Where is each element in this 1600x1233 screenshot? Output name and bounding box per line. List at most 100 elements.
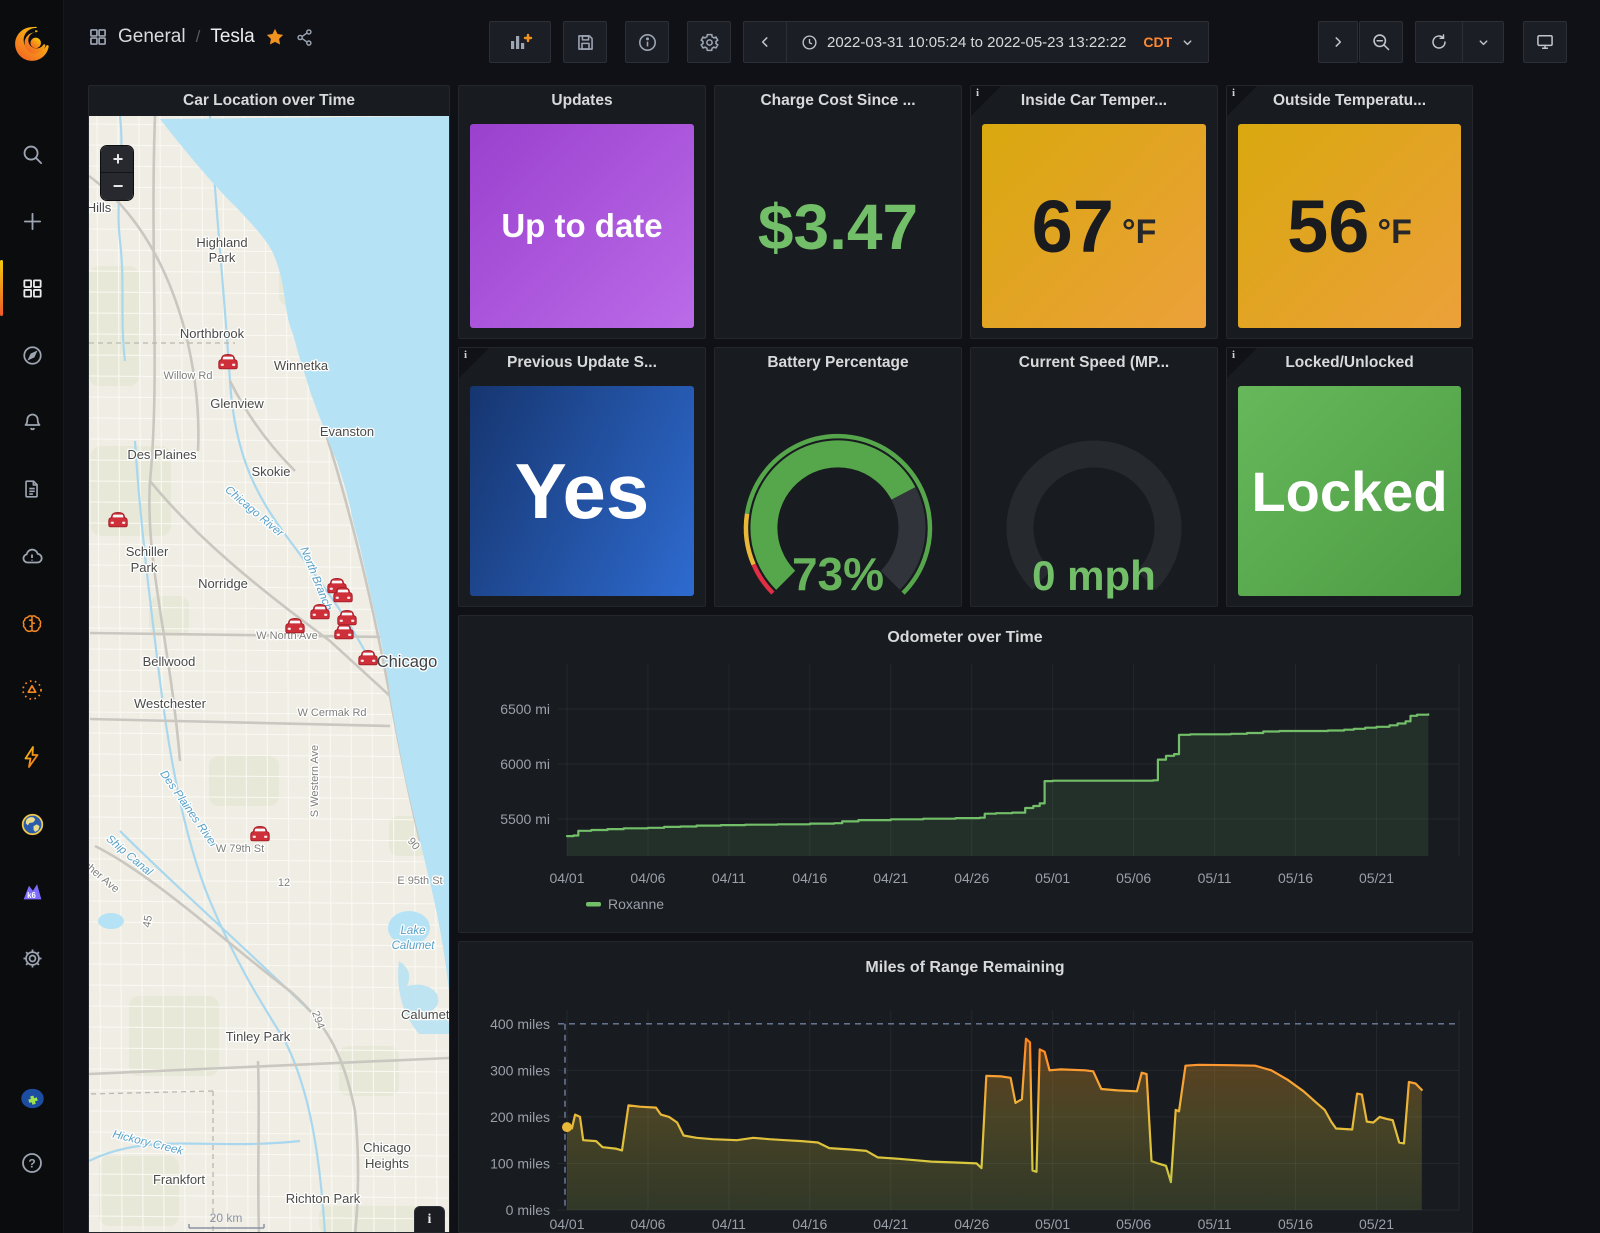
- svg-text:400 miles: 400 miles: [490, 1016, 550, 1032]
- grafana-logo-icon[interactable]: [0, 12, 64, 76]
- map-label: Park: [209, 250, 236, 265]
- map-label: Bellwood: [143, 654, 196, 669]
- document-icon[interactable]: [0, 457, 64, 521]
- incident-icon[interactable]: [0, 658, 64, 722]
- refresh-button[interactable]: [1416, 21, 1462, 63]
- map-label: 12: [278, 877, 290, 889]
- cloud-alert-icon[interactable]: [0, 524, 64, 588]
- svg-text:04/11: 04/11: [712, 870, 746, 886]
- sidebar: k6 ?: [0, 0, 64, 1233]
- svg-text:300 miles: 300 miles: [490, 1062, 550, 1078]
- odometer-chart: Odometer over Time5500 mi6000 mi6500 mi0…: [459, 616, 1472, 932]
- map-label: Park: [131, 560, 158, 575]
- stat-updates: Up to date: [470, 124, 694, 328]
- svg-text:04/16: 04/16: [792, 870, 827, 886]
- map-attribution-info-button[interactable]: i: [414, 1206, 445, 1232]
- alerting-bell-icon[interactable]: [0, 390, 64, 454]
- map-label: 45: [141, 914, 155, 928]
- svg-text:05/16: 05/16: [1278, 870, 1313, 886]
- panel-title[interactable]: Charge Cost Since ...: [715, 86, 961, 116]
- stat-value: 67: [1032, 184, 1114, 269]
- map-label: 20 km: [210, 1211, 243, 1225]
- explore-compass-icon[interactable]: [0, 323, 64, 387]
- svg-text:04/06: 04/06: [630, 1216, 665, 1232]
- svg-text:04/01: 04/01: [549, 870, 584, 886]
- apps-grid-icon: [88, 27, 108, 47]
- zoom-out-time-button[interactable]: [1359, 21, 1403, 63]
- time-range-button[interactable]: 2022-03-31 10:05:24 to 2022-05-23 13:22:…: [787, 34, 1208, 51]
- worldmap-globe-icon[interactable]: [0, 792, 64, 856]
- map-label: S Western Ave: [309, 745, 321, 817]
- favorite-star-icon[interactable]: [265, 27, 285, 47]
- svg-text:Roxanne: Roxanne: [608, 896, 664, 912]
- time-shift-left-button[interactable]: [744, 21, 786, 63]
- breadcrumb-section[interactable]: General: [118, 26, 186, 48]
- map-label: Glenview: [210, 396, 264, 411]
- breadcrumb-page[interactable]: Tesla: [210, 26, 254, 48]
- breadcrumb-separator: /: [196, 27, 201, 47]
- admin-gear-icon[interactable]: [0, 926, 64, 990]
- panel-title[interactable]: Car Location over Time: [89, 86, 449, 116]
- time-picker: 2022-03-31 10:05:24 to 2022-05-23 13:22:…: [743, 21, 1209, 63]
- map-label: Winnetka: [274, 358, 329, 373]
- svg-text:04/01: 04/01: [549, 1216, 584, 1232]
- stat-inside-temp: 67 °F: [982, 124, 1206, 328]
- svg-text:6500 mi: 6500 mi: [500, 701, 550, 717]
- k6-icon[interactable]: k6: [0, 859, 64, 923]
- lightning-icon[interactable]: [0, 725, 64, 789]
- panel-title[interactable]: Previous Update S...: [459, 348, 705, 378]
- stat-value: Locked: [1251, 459, 1447, 524]
- dashboards-icon[interactable]: [0, 256, 64, 320]
- panel-outside-temp: i Outside Temperatu... 56 °F: [1226, 85, 1473, 339]
- svg-text:05/11: 05/11: [1198, 870, 1232, 886]
- panel-title[interactable]: Battery Percentage: [715, 348, 961, 378]
- grafana-app: k6 ? General / Tesla: [0, 0, 1600, 1233]
- time-shift-right-button[interactable]: [1318, 21, 1358, 63]
- machine-learning-brain-icon[interactable]: [0, 591, 64, 655]
- plugin-icon[interactable]: [0, 1066, 64, 1130]
- stat-previous-update: Yes: [470, 386, 694, 596]
- svg-text:04/16: 04/16: [792, 1216, 827, 1232]
- add-panel-button[interactable]: [489, 21, 551, 63]
- panel-title[interactable]: Outside Temperatu...: [1227, 86, 1472, 116]
- dashboard-settings-button[interactable]: [687, 21, 731, 63]
- map-label: W Cermak Rd: [297, 707, 366, 719]
- svg-text:05/06: 05/06: [1116, 870, 1151, 886]
- svg-text:Odometer over Time: Odometer over Time: [887, 629, 1042, 646]
- map-label: W 79th St: [216, 843, 264, 855]
- map-label: Frankfort: [153, 1172, 205, 1187]
- svg-text:?: ?: [28, 1156, 35, 1170]
- time-range-text: 2022-03-31 10:05:24 to 2022-05-23 13:22:…: [827, 34, 1126, 51]
- panel-title[interactable]: Inside Car Temper...: [971, 86, 1217, 116]
- geomap[interactable]: HillsHighlandParkNorthbrookWinnetkaWillo…: [89, 116, 449, 1232]
- dashboard-info-button[interactable]: [625, 21, 669, 63]
- panel-odometer: Odometer over Time5500 mi6000 mi6500 mi0…: [458, 615, 1473, 933]
- help-icon[interactable]: ?: [0, 1131, 64, 1195]
- grafana-logo-icon: [13, 25, 51, 63]
- panel-title[interactable]: Updates: [459, 86, 705, 116]
- svg-text:73%: 73%: [792, 548, 884, 600]
- search-icon[interactable]: [0, 122, 64, 186]
- map-zoom-in-button[interactable]: +: [101, 146, 134, 173]
- svg-text:05/06: 05/06: [1116, 1216, 1151, 1232]
- range-chart: Miles of Range Remaining0 miles100 miles…: [459, 942, 1472, 1232]
- panel-title[interactable]: Current Speed (MP...: [971, 348, 1217, 378]
- tv-mode-button[interactable]: [1523, 21, 1567, 63]
- map-zoom-out-button[interactable]: −: [101, 173, 134, 200]
- svg-text:04/06: 04/06: [630, 870, 665, 886]
- map-label: Skokie: [251, 464, 290, 479]
- create-plus-icon[interactable]: [0, 189, 64, 253]
- map-label: Chicago: [363, 1140, 411, 1155]
- save-dashboard-button[interactable]: [563, 21, 607, 63]
- clock-icon: [801, 34, 818, 51]
- map-label: Heights: [365, 1156, 410, 1171]
- panel-battery: Battery Percentage 73%: [714, 347, 962, 607]
- active-indicator: [0, 260, 3, 316]
- map-label: Chicago: [377, 653, 438, 671]
- refresh-interval-dropdown[interactable]: [1463, 21, 1503, 63]
- map-label: Highland: [196, 235, 247, 250]
- panel-title[interactable]: Locked/Unlocked: [1227, 348, 1472, 378]
- battery-gauge: 73%: [715, 378, 961, 606]
- panel-speed: Current Speed (MP... 0 mph: [970, 347, 1218, 607]
- share-icon[interactable]: [295, 28, 314, 47]
